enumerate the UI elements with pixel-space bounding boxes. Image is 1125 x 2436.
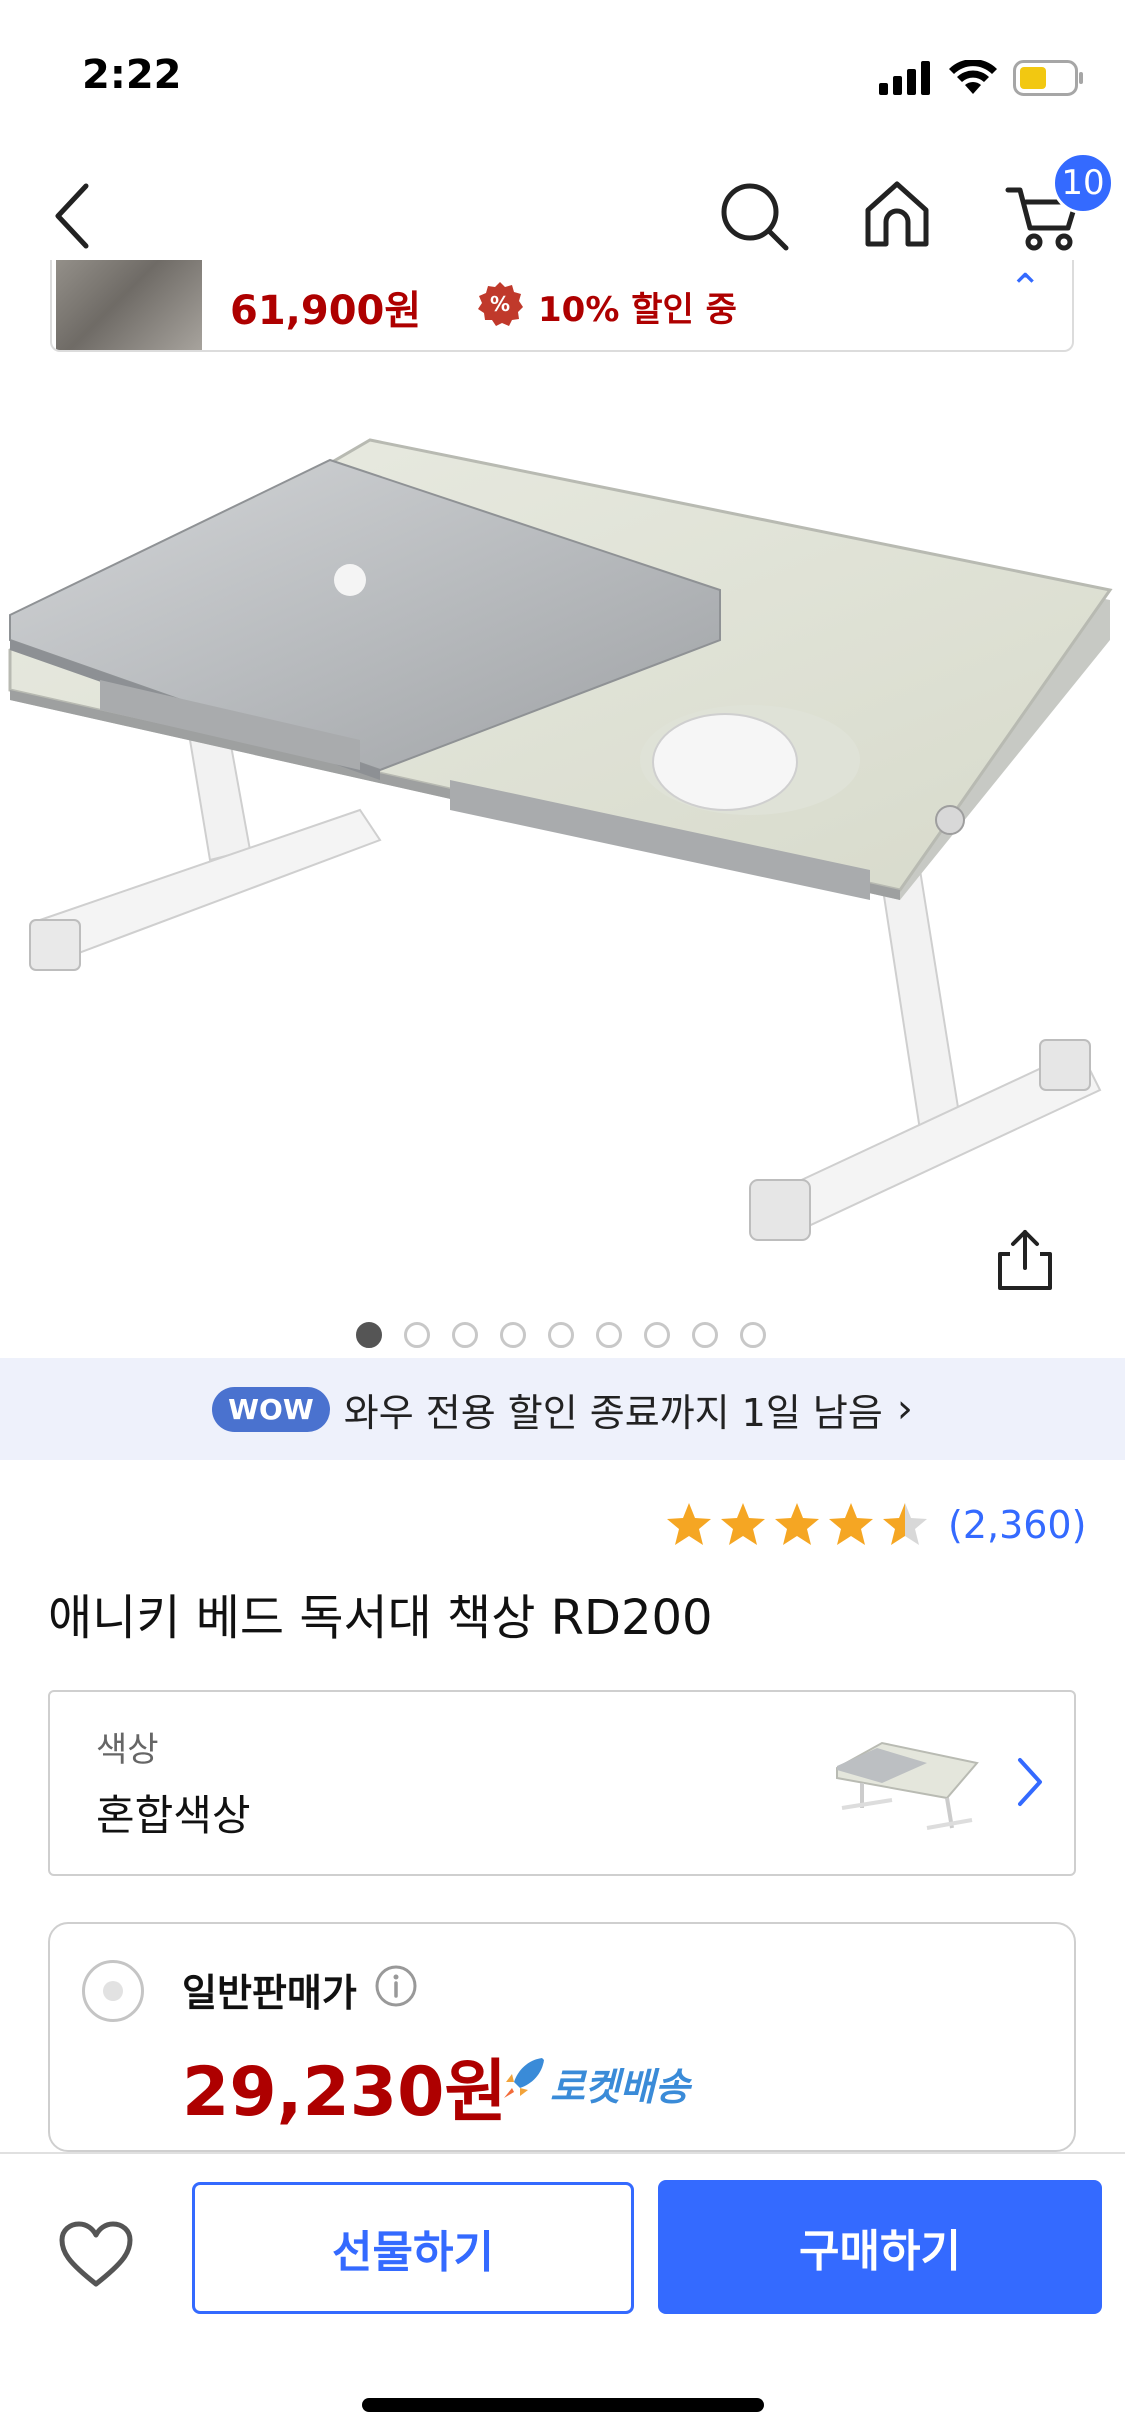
star-rating: [664, 1500, 930, 1550]
star-icon: [667, 1503, 711, 1545]
star-icon: [829, 1503, 873, 1545]
pagination-dot[interactable]: [356, 1322, 382, 1348]
price-value: 29,230원: [182, 2053, 507, 2132]
wow-discount-banner[interactable]: WOW 와우 전용 할인 종료까지 1일 남음 ›: [0, 1358, 1125, 1460]
option-label: 색상: [96, 1730, 159, 1770]
pagination-dot[interactable]: [596, 1322, 622, 1348]
wow-banner-text: 와우 전용 할인 종료까지 1일 남음: [343, 1390, 883, 1435]
color-option-selector[interactable]: 색상 혼합색상: [48, 1690, 1076, 1876]
pagination-dot[interactable]: [692, 1322, 718, 1348]
cart-count-badge: 10: [1052, 152, 1114, 214]
buy-button[interactable]: 구매하기: [658, 2180, 1102, 2314]
price-option-card[interactable]: 일반판매가 29,230원 로켓배송: [48, 1922, 1076, 2152]
sticky-thumbnail: [56, 260, 202, 350]
home-indicator: [362, 2398, 764, 2412]
price-label: 일반판매가: [182, 1971, 357, 2015]
star-icon: [721, 1503, 765, 1545]
pagination-dot[interactable]: [452, 1322, 478, 1348]
chevron-up-icon: ⌃: [1008, 266, 1042, 312]
sticky-price: 61,900원: [230, 288, 422, 334]
star-icon: [775, 1503, 819, 1545]
status-time: 2:22: [82, 52, 182, 98]
product-image[interactable]: [0, 400, 1125, 1320]
review-count[interactable]: (2,360): [948, 1503, 1086, 1547]
home-icon[interactable]: [862, 178, 932, 250]
search-icon[interactable]: [718, 180, 790, 252]
heart-icon[interactable]: [58, 2220, 134, 2290]
wifi-icon: [949, 60, 997, 94]
rocket-delivery-label: 로켓배송: [550, 2065, 690, 2109]
option-thumbnail: [836, 1741, 979, 1830]
price-option-radio[interactable]: [82, 1960, 144, 2022]
share-icon[interactable]: [992, 1226, 1058, 1292]
pagination-dot[interactable]: [548, 1322, 574, 1348]
status-icons: [879, 60, 1085, 96]
sticky-price-card[interactable]: 61,900원 % 10% 할인 중 ⌃: [50, 260, 1074, 352]
rocket-icon: [504, 2058, 544, 2098]
discount-badge-icon: %: [478, 282, 523, 326]
battery-icon: [1013, 60, 1083, 96]
back-arrow-icon[interactable]: [46, 176, 106, 256]
bottom-action-bar: 선물하기 구매하기: [0, 2152, 1125, 2436]
pagination-dot[interactable]: [404, 1322, 430, 1348]
pagination-dot[interactable]: [740, 1322, 766, 1348]
wow-pill: WOW: [212, 1386, 330, 1432]
star-icon: [883, 1503, 927, 1545]
info-icon[interactable]: [374, 1964, 418, 2008]
image-pagination: [356, 1322, 766, 1348]
signal-icon: [879, 61, 930, 95]
option-value: 혼합색상: [96, 1791, 251, 1840]
chevron-right-icon: [1018, 1758, 1042, 1806]
pagination-dot[interactable]: [644, 1322, 670, 1348]
rating[interactable]: (2,360): [664, 1500, 1086, 1550]
product-title: 애니키 베드 독서대 책상 RD200: [48, 1590, 713, 1646]
chevron-right-icon: ›: [896, 1386, 913, 1432]
pagination-dot[interactable]: [500, 1322, 526, 1348]
gift-button[interactable]: 선물하기: [192, 2182, 634, 2314]
status-bar: 2:22: [0, 0, 1125, 150]
svg-text:%: %: [490, 292, 510, 316]
sticky-discount: 10% 할인 중: [538, 290, 737, 330]
